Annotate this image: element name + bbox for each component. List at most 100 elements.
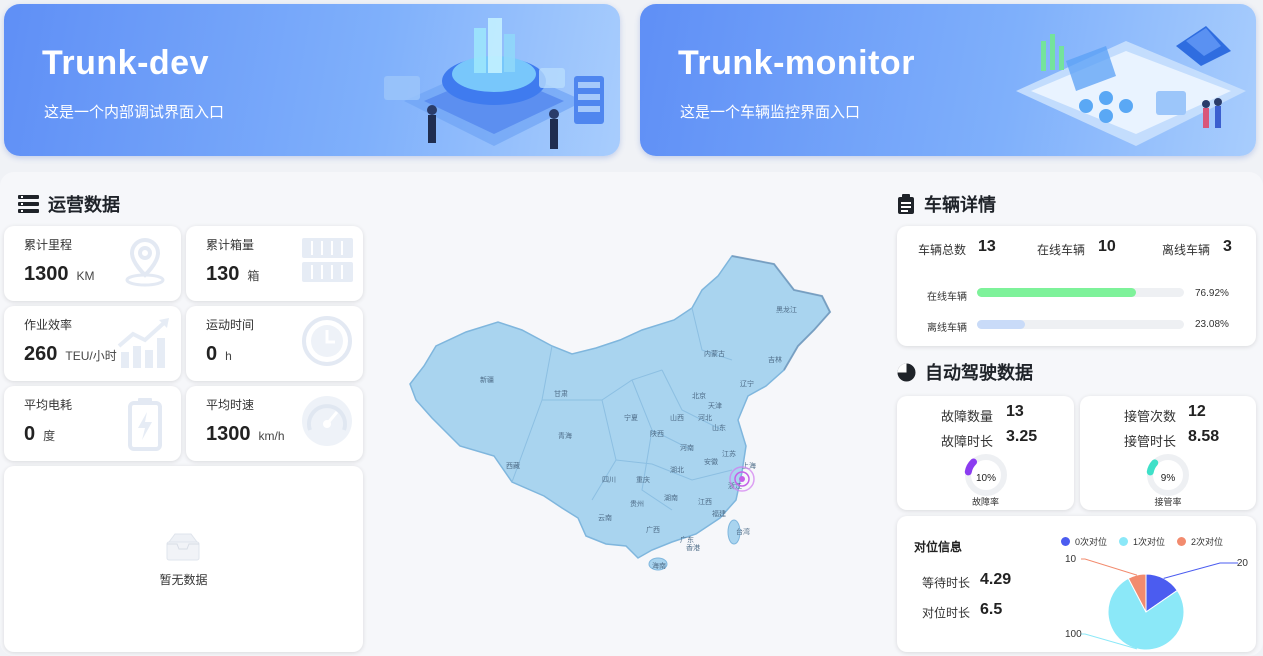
province-label: 黑龙江: [776, 305, 797, 314]
stat-label: 平均时速: [206, 398, 255, 412]
section-title-text: 车辆详情: [924, 195, 996, 215]
stat-card-mileage: 累计里程 1300 KM: [4, 226, 181, 301]
province-label: 新疆: [480, 375, 494, 384]
vehicle-section-title: 车辆详情: [897, 191, 996, 217]
trunk-monitor-banner[interactable]: Trunk-monitor 这是一个车辆监控界面入口: [640, 4, 1256, 156]
province-label: 香港: [686, 543, 700, 552]
banner-title: Trunk-dev: [42, 44, 209, 82]
province-label: 西藏: [506, 461, 520, 470]
province-label: 河北: [698, 414, 712, 422]
monitor-dashboard-illustration: [1016, 26, 1246, 146]
section-title-text: 运营数据: [48, 195, 120, 215]
banner-subtitle: 这是一个内部调试界面入口: [44, 104, 225, 121]
stat-value: 0度: [24, 423, 56, 445]
container-icon: [302, 238, 353, 282]
province-label: 广西: [646, 525, 660, 534]
total-vehicles-value: 13: [978, 238, 996, 255]
align-time-label: 对位时长: [922, 606, 971, 620]
offline-vehicles-label: 离线车辆: [1162, 243, 1211, 257]
online-progress-track: [977, 288, 1184, 297]
province-label: 福建: [712, 509, 726, 518]
online-progress-fill: [977, 288, 1137, 297]
speedometer-icon: [302, 396, 352, 446]
takeover-duration-label: 接管时长: [1124, 434, 1177, 449]
province-label: 宁夏: [624, 413, 638, 422]
takeover-rate-text: 9%: [1160, 473, 1176, 484]
fault-count-label: 故障数量: [941, 409, 994, 424]
province-label: 广东: [680, 535, 694, 544]
online-vehicles-label: 在线车辆: [1037, 243, 1086, 257]
fault-duration-label: 故障时长: [941, 434, 994, 449]
alignment-title: 对位信息: [914, 540, 963, 554]
trend-chart-icon: [117, 318, 169, 368]
empty-box-icon: [166, 533, 200, 561]
stat-card-efficiency: 作业效率 260 TEU/小时: [4, 306, 181, 381]
province-label: 湖北: [670, 465, 684, 474]
stat-label: 累计箱量: [206, 238, 255, 252]
province-label: 台湾: [736, 527, 750, 536]
vehicle-details-card: 车辆总数 13 在线车辆 10 离线车辆 3 在线车辆 76.92% 离线车辆 …: [897, 226, 1256, 346]
province-label: 青海: [558, 431, 572, 440]
pie-value-label: 20: [1237, 558, 1249, 569]
alignment-pie-chart: 20 100 10: [1065, 554, 1249, 651]
china-map[interactable]: 新疆 西藏 青海 甘肃 内蒙古 黑龙江 吉林 辽宁 山西 河北 北京 天津 山东…: [402, 250, 842, 580]
pie-value-label: 100: [1065, 629, 1082, 640]
stat-card-motion-time: 运动时间 0h: [186, 306, 363, 381]
wait-time-label: 等待时长: [922, 576, 971, 590]
pie-leader-line: [1081, 558, 1138, 576]
fault-rate-label: 故障率: [971, 497, 999, 507]
fault-card: 故障数量 13 故障时长 3.25 10% 故障率: [897, 396, 1074, 510]
legend-item[interactable]: 1次对位: [1119, 535, 1165, 548]
pie-chart-icon: [897, 363, 916, 381]
offline-percent: 23.08%: [1195, 319, 1229, 330]
china-mainland-shape: [409, 255, 831, 559]
offline-progress-track: [977, 320, 1184, 329]
province-label: 甘肃: [554, 389, 568, 398]
takeover-card: 接管次数 12 接管时长 8.58 9% 接管率: [1080, 396, 1256, 510]
province-label: 吉林: [768, 355, 782, 364]
offline-vehicles-value: 3: [1223, 238, 1232, 255]
takeover-count-label: 接管次数: [1124, 409, 1177, 424]
stat-card-speed: 平均时速 1300 km/h: [186, 386, 363, 461]
province-label: 辽宁: [740, 379, 754, 388]
section-title-text: 自动驾驶数据: [925, 363, 1033, 383]
legend-item[interactable]: 2次对位: [1177, 535, 1223, 548]
province-label: 山西: [670, 413, 684, 422]
wait-time-value: 4.29: [980, 571, 1012, 588]
empty-data-card: 暂无数据: [4, 466, 363, 652]
takeover-count-value: 12: [1188, 403, 1206, 420]
province-label: 安徽: [704, 457, 718, 466]
legend-item[interactable]: 0次对位: [1061, 535, 1107, 548]
pie-leader-line: [1163, 562, 1238, 579]
stat-value: 130 箱: [206, 263, 260, 285]
pie-value-label: 10: [1065, 554, 1077, 565]
offline-progress-fill: [977, 320, 1025, 329]
takeover-rate-label: 接管率: [1154, 497, 1182, 507]
battery-icon: [128, 398, 162, 451]
fault-duration-value: 3.25: [1006, 428, 1038, 445]
offline-bar-label: 离线车辆: [927, 323, 967, 334]
province-label: 内蒙古: [704, 349, 725, 358]
fault-count-value: 13: [1006, 403, 1024, 420]
online-percent: 76.92%: [1195, 288, 1229, 299]
trunk-dev-banner[interactable]: Trunk-dev 这是一个内部调试界面入口: [4, 4, 620, 156]
takeover-duration-value: 8.58: [1188, 428, 1220, 445]
province-label: 陕西: [650, 429, 664, 438]
province-label: 重庆: [636, 475, 650, 484]
stat-value: 0h: [206, 343, 232, 365]
province-label: 天津: [708, 402, 722, 410]
province-label: 湖南: [664, 493, 678, 502]
isometric-platform-illustration: [384, 18, 604, 149]
stat-value: 1300 KM: [24, 263, 95, 285]
banner-title: Trunk-monitor: [678, 44, 915, 82]
province-label: 河南: [680, 443, 694, 452]
province-label: 贵州: [630, 499, 644, 508]
stat-card-boxes: 累计箱量 130 箱: [186, 226, 363, 301]
banner-subtitle: 这是一个车辆监控界面入口: [680, 104, 861, 121]
province-label: 山东: [712, 423, 726, 432]
online-bar-label: 在线车辆: [927, 292, 967, 303]
total-vehicles-label: 车辆总数: [918, 243, 967, 257]
fault-rate-text: 10%: [975, 473, 996, 484]
location-pin-icon: [125, 237, 165, 287]
province-label: 云南: [598, 513, 612, 522]
